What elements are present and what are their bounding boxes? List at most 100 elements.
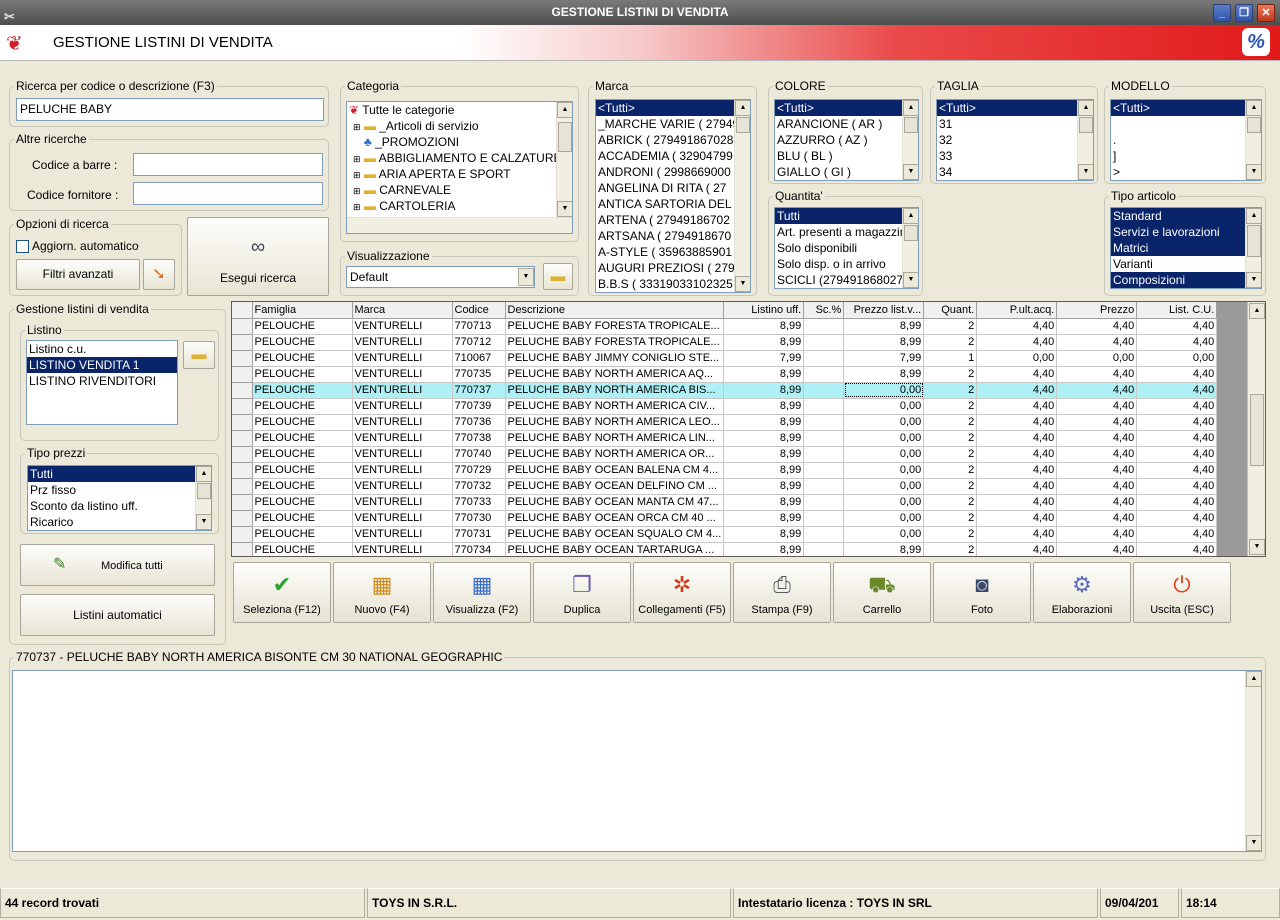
table-cell[interactable]: 8,99 (723, 334, 805, 351)
table-cell[interactable]: PELOUCHE (252, 542, 353, 556)
table-cell[interactable]: 4,40 (976, 526, 1058, 543)
table-cell[interactable] (803, 398, 845, 415)
table-cell[interactable]: 0,00 (843, 510, 925, 527)
list-item[interactable]: _MARCHE VARIE ( 27949 (596, 116, 750, 132)
table-row[interactable]: PELOUCHE VENTURELLI 770732 PELUCHE BABY OCE… (232, 478, 1218, 495)
table-cell[interactable]: 4,40 (1136, 542, 1218, 556)
table-cell[interactable]: 2 (923, 398, 978, 415)
table-cell[interactable]: 8,99 (843, 318, 925, 335)
table-cell[interactable]: 0,00 (843, 398, 925, 415)
table-cell[interactable] (803, 446, 845, 463)
table-cell[interactable]: 4,40 (976, 430, 1058, 447)
table-cell[interactable]: PELUCHE BABY NORTH AMERICA OR... (505, 446, 725, 463)
table-cell[interactable]: PELOUCHE (252, 382, 353, 399)
list-item[interactable]: B.B.S ( 33319033102325 (596, 276, 750, 292)
row-indicator[interactable] (232, 398, 253, 415)
tree-item[interactable]: ⊞ ♣ _PROMOZIONI (347, 134, 572, 150)
table-cell[interactable]: 8,99 (723, 510, 805, 527)
table-row[interactable]: PELOUCHE VENTURELLI 770736 PELUCHE BABY NOR… (232, 414, 1218, 431)
table-cell[interactable]: PELOUCHE (252, 350, 353, 367)
tree-item[interactable]: ⊞ ▬ ABBIGLIAMENTO E CALZATURE (347, 150, 572, 166)
table-cell[interactable]: 4,40 (1136, 318, 1218, 335)
table-cell[interactable]: 8,99 (843, 542, 925, 556)
table-cell[interactable]: 1 (923, 350, 978, 367)
row-indicator[interactable] (232, 414, 253, 431)
table-cell[interactable]: 0,00 (843, 462, 925, 479)
price-type-scrollbar[interactable]: ▲ ▼ (195, 466, 211, 530)
table-cell[interactable]: 4,40 (976, 414, 1058, 431)
table-row[interactable]: PELOUCHE VENTURELLI 770738 PELUCHE BABY NOR… (232, 430, 1218, 447)
table-cell[interactable]: 0,00 (843, 446, 925, 463)
row-indicator[interactable] (232, 366, 253, 383)
list-item[interactable]: Matrici (1111, 240, 1261, 256)
table-cell[interactable]: 7,99 (723, 350, 805, 367)
table-cell[interactable]: PELUCHE BABY OCEAN DELFINO CM ... (505, 478, 725, 495)
table-cell[interactable]: 2 (923, 494, 978, 511)
color-scrollbar[interactable]: ▲ ▼ (902, 100, 918, 180)
table-cell[interactable]: 4,40 (1056, 510, 1138, 527)
table-cell[interactable]: 4,40 (976, 494, 1058, 511)
table-cell[interactable]: VENTURELLI (352, 318, 453, 335)
table-cell[interactable]: 4,40 (1056, 366, 1138, 383)
table-cell[interactable]: 2 (923, 462, 978, 479)
table-cell[interactable]: 2 (923, 334, 978, 351)
column-header[interactable]: Sc.% (803, 302, 845, 319)
table-cell[interactable]: PELOUCHE (252, 462, 353, 479)
table-cell[interactable]: VENTURELLI (352, 542, 453, 556)
row-indicator[interactable] (232, 350, 253, 367)
list-item[interactable]: <Tutti> (596, 100, 750, 116)
row-indicator[interactable] (232, 478, 253, 495)
table-cell[interactable] (803, 430, 845, 447)
table-cell[interactable]: 8,99 (723, 366, 805, 383)
list-item[interactable]: <Tutti> (775, 100, 918, 116)
grid-scrollbar[interactable]: ▲ ▼ (1247, 302, 1265, 556)
table-cell[interactable]: 4,40 (1136, 382, 1218, 399)
table-cell[interactable] (803, 350, 845, 367)
table-cell[interactable]: 2 (923, 366, 978, 383)
table-cell[interactable]: 0,00 (843, 526, 925, 543)
scroll-up-arrow-icon[interactable]: ▲ (903, 208, 918, 224)
table-cell[interactable]: 4,40 (1056, 494, 1138, 511)
table-cell[interactable]: 770736 (452, 414, 506, 431)
pricelist-list[interactable]: Listino c.u. LISTINO VENDITA 1 LISTINO RIV… (26, 340, 178, 425)
row-indicator[interactable] (232, 494, 253, 511)
table-cell[interactable]: 2 (923, 318, 978, 335)
run-search-button[interactable]: ∞ Esegui ricerca (187, 217, 329, 296)
row-indicator[interactable] (232, 446, 253, 463)
table-cell[interactable]: 8,99 (723, 542, 805, 556)
item-type-list[interactable]: Standard Servizi e lavorazioni Matrici Vari… (1110, 207, 1262, 289)
scroll-up-arrow-icon[interactable]: ▲ (557, 102, 572, 118)
table-cell[interactable]: 4,40 (976, 446, 1058, 463)
table-cell[interactable]: PELOUCHE (252, 366, 353, 383)
table-cell[interactable]: 4,40 (1136, 334, 1218, 351)
table-cell[interactable] (803, 382, 845, 399)
table-row[interactable]: PELOUCHE VENTURELLI 770740 PELUCHE BABY NOR… (232, 446, 1218, 463)
column-header[interactable]: Marca (352, 302, 453, 319)
column-header[interactable]: Listino uff. (723, 302, 805, 319)
table-cell[interactable]: 4,40 (1136, 494, 1218, 511)
scroll-up-arrow-icon[interactable]: ▲ (1078, 100, 1093, 116)
item-type-scrollbar[interactable]: ▲ ▼ (1245, 208, 1261, 288)
table-cell[interactable] (803, 526, 845, 543)
table-row[interactable]: PELOUCHE VENTURELLI 770733 PELUCHE BABY OCE… (232, 494, 1218, 511)
brand-list[interactable]: <Tutti> _MARCHE VARIE ( 27949 ABRICK ( 279… (595, 99, 751, 293)
table-cell[interactable] (803, 510, 845, 527)
advanced-filters-button[interactable]: Filtri avanzati (16, 259, 140, 290)
table-cell[interactable]: 8,99 (723, 478, 805, 495)
scroll-thumb[interactable] (558, 122, 572, 152)
new-grid-button[interactable]: ▦ Nuovo (F4) (333, 562, 431, 623)
table-cell[interactable]: 770729 (452, 462, 506, 479)
table-cell[interactable]: 4,40 (1056, 462, 1138, 479)
table-cell[interactable]: PELUCHE BABY FORESTA TROPICALE... (505, 318, 725, 335)
table-cell[interactable]: 2 (923, 542, 978, 556)
arrow-filter-icon[interactable]: ➘ (143, 259, 175, 290)
modify-all-button[interactable]: ✎ Modifica tutti (20, 544, 215, 586)
table-row[interactable]: PELOUCHE VENTURELLI 770737 PELUCHE BABY NOR… (232, 382, 1218, 399)
list-item[interactable]: Listino c.u. (27, 341, 177, 357)
detail-textarea[interactable]: ▲ ▼ (12, 670, 1262, 852)
table-cell[interactable]: PELUCHE BABY OCEAN SQUALO CM 4... (505, 526, 725, 543)
row-indicator[interactable] (232, 318, 253, 335)
table-cell[interactable]: 8,99 (723, 414, 805, 431)
table-row[interactable]: PELOUCHE VENTURELLI 770739 PELUCHE BABY NOR… (232, 398, 1218, 415)
brand-scrollbar[interactable]: ▲ ▼ (734, 100, 750, 292)
